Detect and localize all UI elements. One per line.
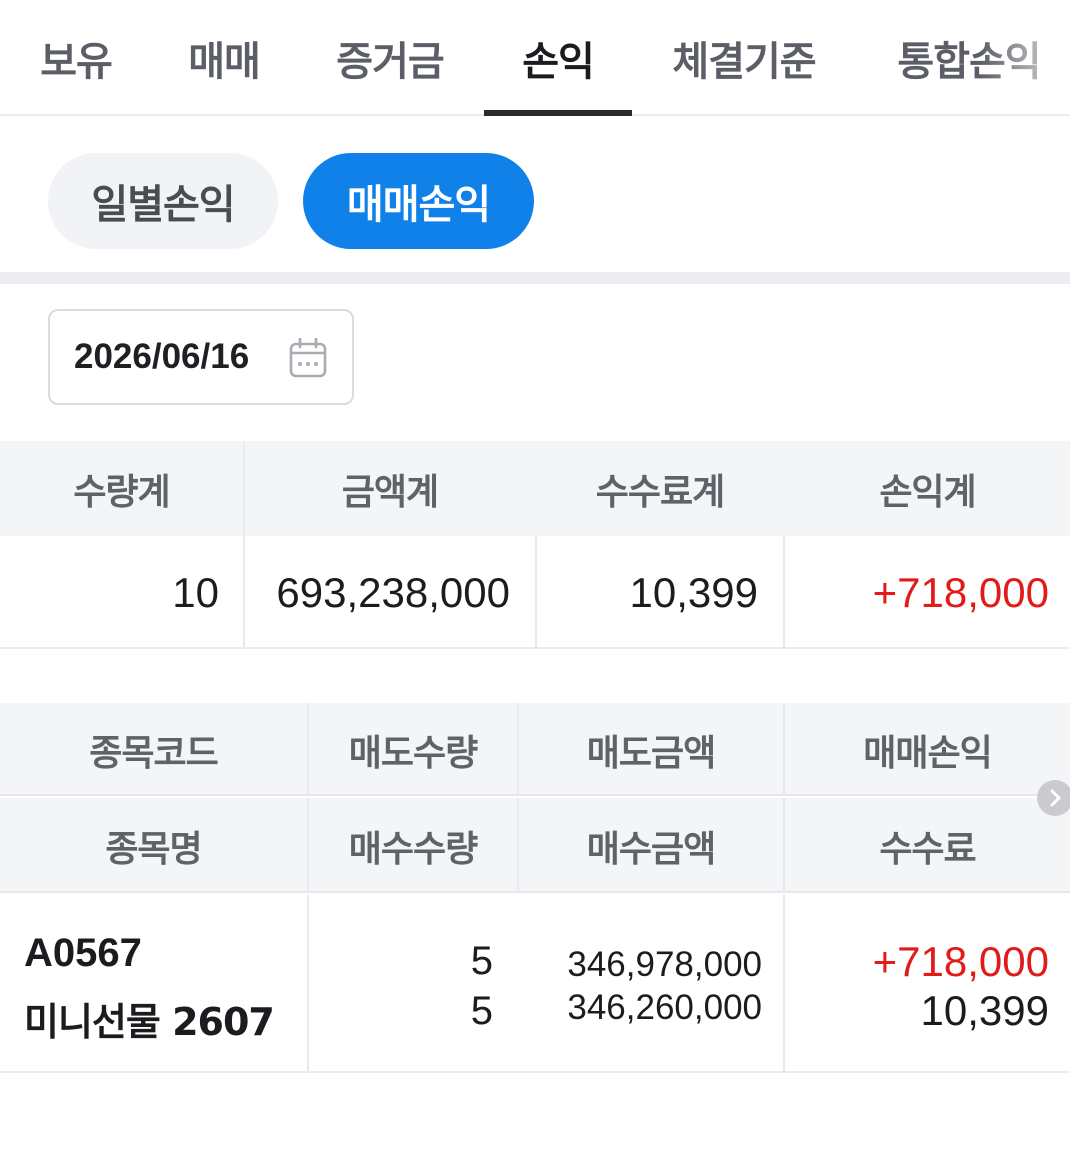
stock-name: 미니선물 2607 (24, 1000, 275, 1044)
summary-amount-value: 693,238,000 (276, 568, 510, 616)
date-picker[interactable]: 2026/06/16 (48, 309, 354, 405)
summary-fee-value: 10,399 (629, 568, 758, 616)
summary-pl-value: +718,000 (872, 568, 1049, 616)
tab-execution-basis[interactable]: 체결기준 (665, 0, 823, 116)
header-stock-name: 종목명 (105, 828, 202, 870)
detail-header-row-2: 종목명 매수수량 매수금액 수수료 (0, 798, 1070, 893)
column-divider (307, 703, 309, 796)
section-divider (0, 272, 1070, 284)
header-buy-qty: 매수수량 (348, 828, 478, 870)
summary-header-qty: 수량계 (73, 471, 170, 513)
summary-header-amount: 금액계 (341, 471, 439, 513)
tab-holdings[interactable]: 보유 (36, 0, 116, 116)
tab-trades[interactable]: 매매 (184, 0, 264, 116)
trade-pl: +718,000 (872, 938, 1049, 985)
date-value: 2026/06/16 (74, 337, 250, 376)
column-divider (307, 798, 309, 893)
detail-header-row-1: 종목코드 매도수량 매도금액 매매손익 (0, 703, 1070, 796)
tab-profit-loss[interactable]: 손익 (517, 0, 599, 116)
column-divider (517, 798, 519, 893)
column-divider (783, 536, 785, 649)
trade-fee: 10,399 (920, 987, 1049, 1034)
column-divider (783, 703, 785, 796)
header-sell-qty: 매도수량 (348, 732, 478, 774)
chevron-right-icon (1050, 789, 1061, 807)
sell-qty: 5 (470, 939, 493, 983)
column-divider (243, 536, 245, 649)
summary-qty-value: 10 (172, 568, 219, 616)
sell-amount: 346,978,000 (567, 945, 762, 984)
column-divider (307, 895, 309, 1073)
header-sell-amount: 매도금액 (586, 732, 716, 774)
tab-integrated-pl[interactable]: 통합손익 (890, 0, 1048, 116)
summary-header-fee: 수수료계 (595, 471, 725, 513)
trade-pl-button[interactable]: 매매손익 (303, 153, 534, 249)
column-divider (243, 441, 245, 536)
buy-qty: 5 (470, 989, 493, 1033)
tab-margin[interactable]: 증거금 (330, 0, 450, 116)
active-tab-indicator (484, 110, 632, 116)
header-trade-pl: 매매손익 (863, 732, 992, 774)
header-fee: 수수료 (879, 828, 976, 870)
header-buy-amount: 매수금액 (586, 828, 716, 870)
top-tab-bar: 보유 매매 증거금 손익 체결기준 통합손익 (0, 0, 1070, 116)
stock-code: A0567 (24, 931, 142, 975)
summary-header-row: 수량계 금액계 수수료계 손익계 (0, 441, 1070, 536)
summary-value-row: 10 693,238,000 10,399 +718,000 (0, 536, 1070, 649)
calendar-icon (289, 338, 327, 378)
header-stock-code: 종목코드 (89, 732, 218, 774)
column-divider (783, 895, 785, 1073)
table-row[interactable]: A0567 미니선물 2607 5 5 346,978,000 346,260,… (0, 895, 1070, 1073)
column-divider (535, 536, 537, 649)
column-divider (783, 798, 785, 893)
daily-pl-button[interactable]: 일별손익 (48, 153, 278, 249)
column-divider (517, 703, 519, 796)
scroll-right-button[interactable] (1037, 780, 1070, 816)
buy-amount: 346,260,000 (567, 988, 762, 1027)
summary-header-pl: 손익계 (879, 471, 976, 513)
